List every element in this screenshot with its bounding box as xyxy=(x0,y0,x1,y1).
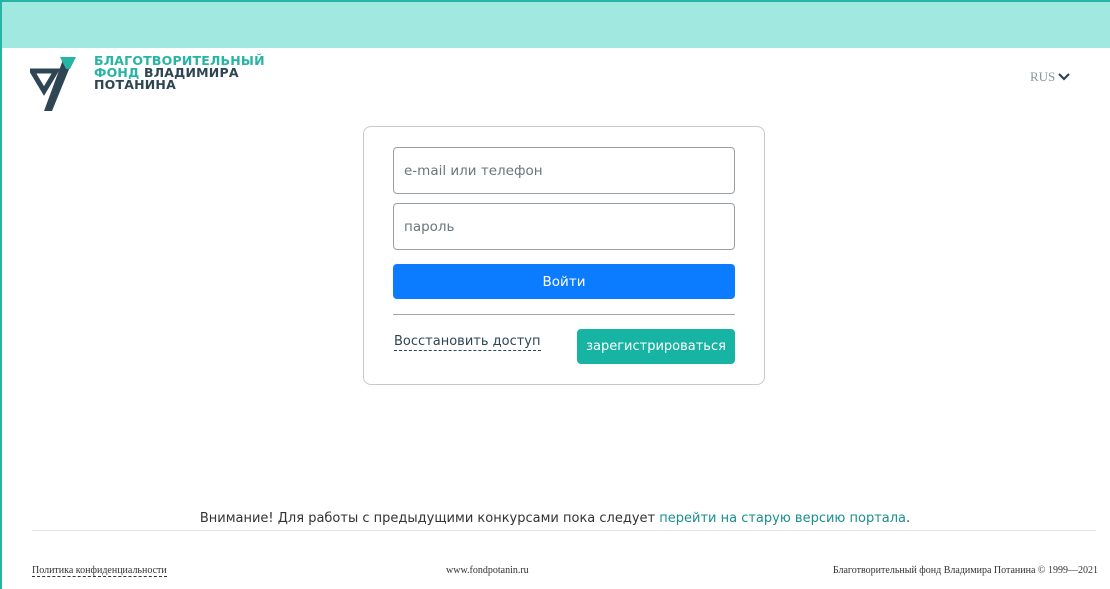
old-portal-link[interactable]: перейти на старую версию портала xyxy=(659,511,906,526)
language-selector[interactable]: RUS xyxy=(1030,69,1071,85)
divider xyxy=(393,314,735,315)
language-label: RUS xyxy=(1030,69,1056,84)
footer-divider xyxy=(32,530,1096,531)
notice-text: Внимание! Для работы с предыдущими конку… xyxy=(199,511,660,526)
privacy-policy-link[interactable]: Политика конфиденциальности xyxy=(32,565,167,577)
logo-text: БЛАГОТВОРИТЕЛЬНЫЙ ФОНД ВЛАДИМИРА ПОТАНИН… xyxy=(94,54,265,92)
foundation-logo[interactable]: БЛАГОТВОРИТЕЛЬНЫЙ ФОНД ВЛАДИМИРА ПОТАНИН… xyxy=(30,54,265,115)
login-card: Войти Восстановить доступ зарегистрирова… xyxy=(363,126,765,385)
password-field[interactable] xyxy=(393,203,735,250)
top-bar xyxy=(2,2,1110,48)
email-field[interactable] xyxy=(393,147,735,194)
restore-access-link[interactable]: Восстановить доступ xyxy=(394,333,541,351)
logo-line-3: ПОТАНИНА xyxy=(94,77,176,92)
logo-mark-icon xyxy=(30,57,76,111)
chevron-down-icon xyxy=(1058,73,1071,81)
notice-end: . xyxy=(906,511,911,526)
login-button[interactable]: Войти xyxy=(393,264,735,299)
register-button[interactable]: зарегистрироваться xyxy=(577,329,735,364)
copyright-text: Благотворительный фонд Владимира Потанин… xyxy=(832,565,1098,576)
website-link[interactable]: www.fondpotanin.ru xyxy=(446,565,529,576)
frame-left-border xyxy=(0,0,2,589)
notice-message: Внимание! Для работы с предыдущими конку… xyxy=(0,511,1110,526)
